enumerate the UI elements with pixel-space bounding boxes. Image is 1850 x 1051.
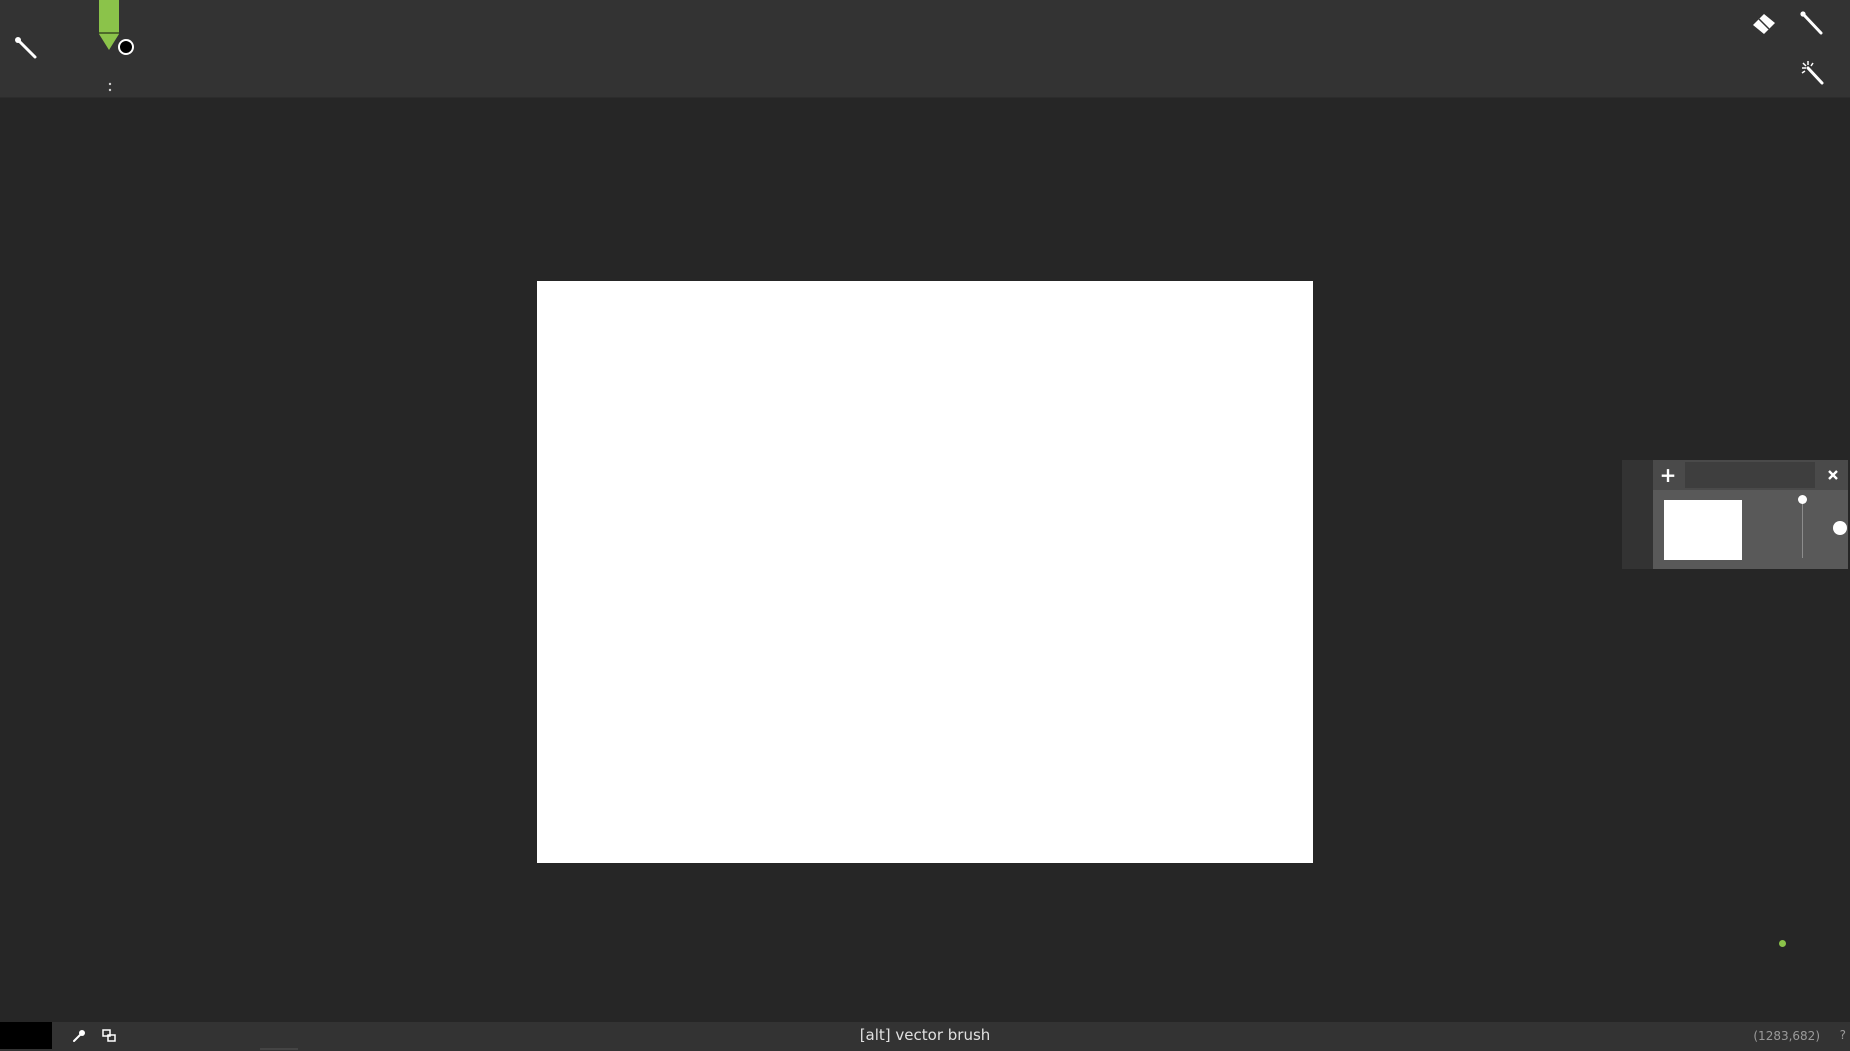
status-indicator-dot <box>1779 940 1786 947</box>
size-dots-icon <box>108 78 112 92</box>
layers-panel-handle[interactable] <box>1622 460 1653 569</box>
brush-size-circle-icon <box>118 39 134 55</box>
layer-item[interactable] <box>1653 490 1848 569</box>
brush-tool-button[interactable] <box>11 33 41 63</box>
eraser-icon <box>1753 14 1775 34</box>
status-hint-text: [alt] vector brush <box>859 1026 991 1044</box>
status-bar: [alt] vector brush (1283,682) ? <box>0 1022 1850 1051</box>
eraser-tool-button[interactable] <box>1749 9 1779 39</box>
layer-thumbnail[interactable] <box>1664 500 1742 560</box>
top-toolbar <box>0 0 1850 98</box>
magic-wand-icon <box>1801 61 1824 85</box>
pen-icon <box>1800 11 1823 35</box>
layers-panel: + <box>1622 460 1848 569</box>
drawing-canvas[interactable] <box>537 281 1313 863</box>
brush-color-bar <box>99 0 119 33</box>
status-divider <box>260 1048 298 1050</box>
brush-size-indicator[interactable] <box>96 0 138 58</box>
help-button[interactable]: ? <box>1840 1028 1846 1042</box>
pen-tool-button[interactable] <box>1797 9 1827 39</box>
paint-app: + [alt] vector brush (1283,682) ? <box>0 0 1850 1051</box>
layer-opacity-slider[interactable] <box>1802 498 1803 558</box>
brush-tip-icon <box>99 34 119 50</box>
close-panel-button[interactable] <box>1818 460 1848 490</box>
layer-name-field[interactable] <box>1685 462 1815 488</box>
resize-icon <box>102 1028 116 1042</box>
fit-canvas-button[interactable] <box>96 1022 122 1049</box>
magic-wand-tool-button[interactable] <box>1797 58 1827 88</box>
layer-visibility-toggle[interactable] <box>1833 521 1847 535</box>
color-picker-button[interactable] <box>66 1022 92 1049</box>
cursor-coordinates: (1283,682) <box>1753 1029 1820 1043</box>
brush-icon <box>15 37 37 59</box>
current-color-swatch[interactable] <box>0 1022 52 1049</box>
eyedropper-icon <box>73 1029 85 1042</box>
close-icon <box>1828 470 1838 480</box>
layer-opacity-handle[interactable] <box>1798 495 1807 504</box>
add-layer-button[interactable]: + <box>1653 460 1683 490</box>
